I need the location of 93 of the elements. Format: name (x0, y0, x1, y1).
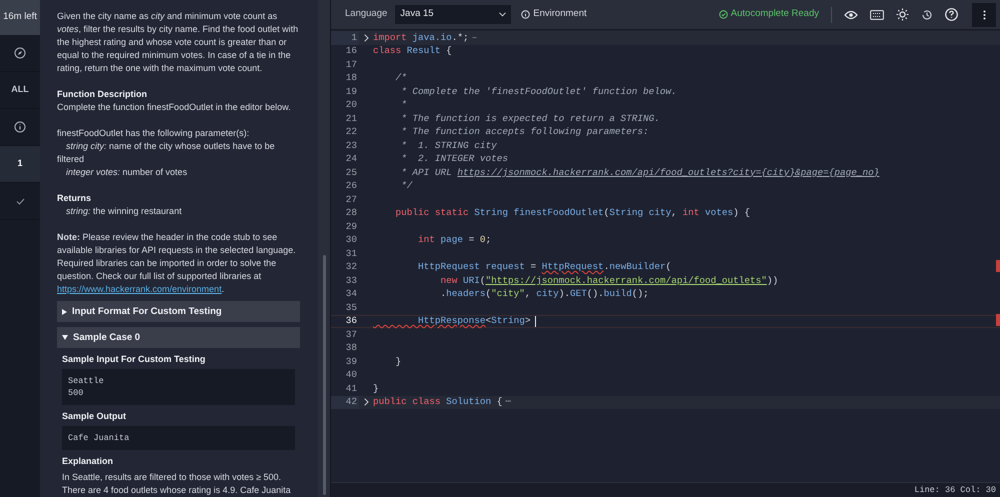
section-heading: Returns (57, 192, 92, 205)
line-number: 24 (344, 152, 358, 166)
code-line: new URI("https://jsonmock.hackerrank.com/api/food_outlets")) (440, 274, 778, 288)
section-toggle[interactable]: Input Format For Custom Testing (57, 301, 300, 322)
environment-link[interactable]: https://www.hackerrank.com/environment (57, 284, 222, 294)
line-number: 17 (344, 58, 358, 72)
line-number: 28 (344, 206, 358, 220)
code-line: * The function accepts following parameters: (400, 125, 649, 140)
line-number: 38 (344, 342, 358, 355)
help-icon[interactable] (945, 8, 958, 21)
line-number: 1 (331, 31, 359, 44)
line-number: 41 (344, 382, 358, 396)
note-text: Note: Please review the header in the code stub to see available libraries for API requests in the selected language. Required libraries can be imported in order to solve the question. Check our full list of supported libraries at https://www.hackerrank.com/environment. (57, 231, 297, 296)
line-number: 39 (344, 355, 358, 368)
line-number: 27 (344, 193, 358, 206)
line-number: 32 (344, 260, 358, 274)
problem-statement: Given the city name as city and minimum vote count as votes, filter the results by city name. Find the food outlet with the highest rating and whose vote count is greater than or equal to the required minimum votes. In case of a tie in the rating, return the one with the maximum vote count. (57, 10, 300, 75)
more-vertical-icon (982, 10, 986, 20)
environment-button[interactable]: Environment (521, 7, 587, 22)
code-line: int page = 0; (417, 233, 492, 248)
code-line: class Result { (373, 44, 452, 58)
check-icon (16, 198, 24, 204)
block-heading: Sample Input For Custom Testing (62, 353, 206, 366)
line-number: 25 (344, 166, 358, 180)
parameters-text: finestFoodOutlet has the following parameter(s): (57, 127, 250, 140)
line-number: 40 (344, 368, 358, 382)
code-line: HttpResponse<String> (417, 314, 531, 328)
check-circle-icon (718, 10, 728, 19)
explanation-text: In Seattle, results are filtered to those with votes ≥ 500. There are 4 food outlets whose rating is 4.9. Cafe Juanita (62, 471, 292, 497)
section-toggle[interactable]: Sample Case 0 (57, 327, 300, 348)
code-line: } (394, 354, 402, 369)
line-number: 34 (344, 288, 358, 301)
sample-code: Seattle 500 (62, 369, 295, 405)
language-select[interactable]: Java 15 (395, 5, 512, 24)
section-heading: Function Description (57, 88, 148, 101)
info-icon (521, 10, 530, 19)
line-number: 18 (344, 72, 358, 85)
return-text: string: the winning restaurant (65, 205, 183, 218)
line-number: 35 (344, 301, 358, 314)
line-number: 20 (344, 98, 358, 112)
error-marker (996, 314, 1000, 326)
code-line: * 2. INTEGER votes (400, 152, 508, 166)
code-line: * The function is expected to return a STRING. (400, 112, 660, 126)
line-number: 36 (344, 316, 358, 327)
chevron-down-icon (499, 12, 506, 17)
eye-icon[interactable] (844, 10, 858, 20)
autocomplete-status: Autocomplete Ready (718, 7, 819, 22)
compass-icon (14, 47, 26, 59)
line-number: 21 (344, 112, 358, 126)
keyboard-icon[interactable] (870, 10, 884, 20)
caret-down-icon (62, 335, 68, 340)
code-line: HttpRequest request = HttpRequest.newBuilder( (417, 260, 672, 274)
more-button[interactable] (972, 2, 996, 26)
code-line: * API URL https://jsonmock.hackerrank.com/api/food_outlets?city={city}&page={page_no} (400, 166, 880, 180)
error-marker (996, 260, 1000, 272)
block-heading: Sample Output (62, 410, 128, 423)
chevron-right-icon[interactable] (364, 398, 368, 406)
line-number: 22 (344, 126, 358, 139)
code-line: public static String finestFoodOutlet(String city, int votes) { (394, 206, 750, 220)
scrollbar-thumb[interactable] (322, 255, 326, 495)
description-text: Complete the function finestFoodOutlet in the editor below. (57, 101, 292, 114)
line-number: 23 (344, 139, 358, 152)
sample-code: Cafe Juanita (62, 426, 295, 450)
line-number: 37 (344, 328, 358, 342)
caret-right-icon (62, 308, 67, 314)
cursor-position: Line: 36 Col: 30 (914, 484, 996, 496)
info-icon (14, 121, 26, 133)
parameter-text: integer votes: number of votes (65, 166, 188, 179)
block-heading: Explanation (62, 455, 114, 468)
code-line: .headers("city", city).GET().build(); (440, 287, 649, 302)
line-number: 42 (331, 396, 359, 409)
code-line: * (400, 98, 407, 112)
code-line: } (373, 382, 379, 396)
chevron-right-icon[interactable] (364, 34, 368, 42)
code-line: * 1. STRING city (400, 138, 497, 153)
line-number: 16 (344, 44, 358, 58)
line-number: 33 (344, 274, 358, 288)
code-line: /* (394, 71, 407, 86)
text-cursor (534, 316, 536, 327)
code-line: public class Solution { ⋯ (373, 395, 512, 410)
language-label: Language (345, 7, 388, 22)
line-number: 19 (344, 85, 358, 98)
code-line: import java.io.*; – (373, 30, 478, 45)
line-number: 31 (344, 247, 358, 260)
code-line: */ (400, 179, 412, 194)
timer-badge: 16m left (0, 0, 40, 35)
code-line: * Complete the 'finestFoodOutlet' function below. (400, 84, 677, 99)
line-number: 26 (344, 180, 358, 193)
sun-icon[interactable] (896, 8, 909, 21)
line-number: 30 (344, 234, 358, 247)
line-number: 29 (344, 220, 358, 234)
sidebar-item[interactable]: 1 (0, 146, 40, 183)
history-icon[interactable] (921, 8, 933, 20)
